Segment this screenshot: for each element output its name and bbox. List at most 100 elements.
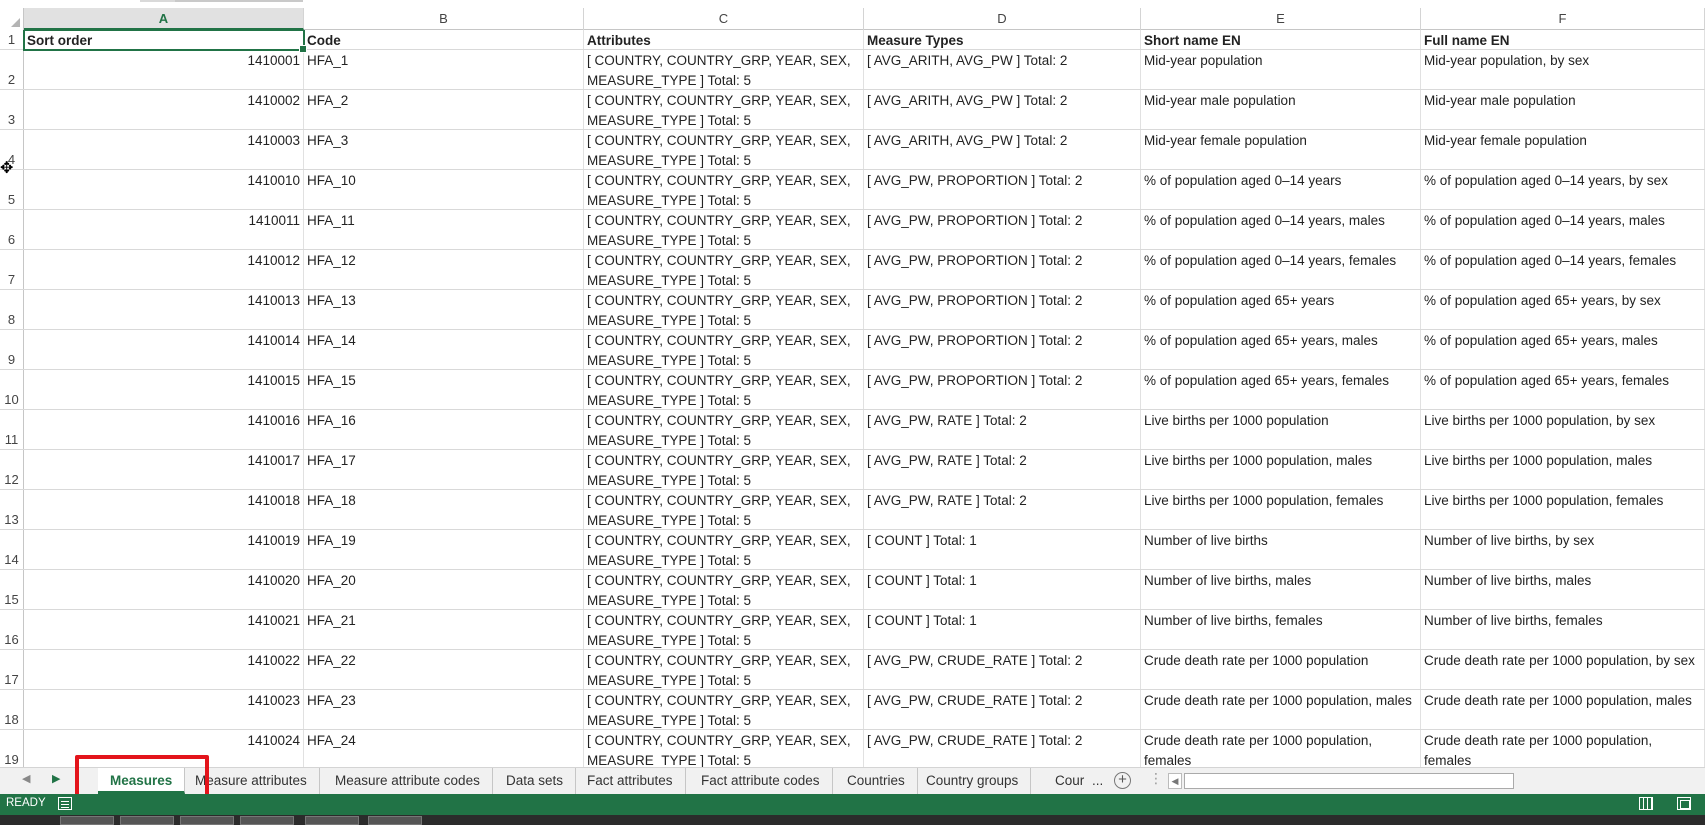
table-cell[interactable]: Crude death rate per 1000 population, ma…: [1141, 690, 1421, 729]
triangle-left-icon[interactable]: ◀: [22, 772, 30, 785]
table-cell[interactable]: Number of live births, females: [1421, 610, 1705, 649]
table-cell[interactable]: Live births per 1000 population, males: [1421, 450, 1705, 489]
table-cell[interactable]: Mid-year female population: [1421, 130, 1705, 169]
table-cell[interactable]: [ AVG_PW, RATE ] Total: 2: [864, 410, 1141, 449]
table-cell[interactable]: % of population aged 65+ years, females: [1421, 370, 1705, 409]
table-cell[interactable]: 1410003: [24, 130, 304, 169]
table-cell[interactable]: [ AVG_PW, PROPORTION ] Total: 2: [864, 290, 1141, 329]
sheet-tab-measures[interactable]: Measures: [98, 768, 186, 794]
table-cell[interactable]: [ COUNT ] Total: 1: [864, 530, 1141, 569]
table-cell[interactable]: [ COUNTRY, COUNTRY_GRP, YEAR, SEX, MEASU…: [584, 330, 864, 369]
table-cell[interactable]: HFA_21: [304, 610, 584, 649]
table-cell[interactable]: [ COUNTRY, COUNTRY_GRP, YEAR, SEX, MEASU…: [584, 690, 864, 729]
table-cell[interactable]: [ COUNTRY, COUNTRY_GRP, YEAR, SEX, MEASU…: [584, 90, 864, 129]
table-cell[interactable]: HFA_23: [304, 690, 584, 729]
table-cell[interactable]: HFA_24: [304, 730, 584, 767]
row-number[interactable]: 15: [0, 570, 24, 609]
table-cell[interactable]: 1410013: [24, 290, 304, 329]
table-cell[interactable]: % of population aged 0–14 years: [1141, 170, 1421, 209]
row-number[interactable]: 3: [0, 90, 24, 129]
row-number[interactable]: 16: [0, 610, 24, 649]
table-cell[interactable]: Crude death rate per 1000 population, by…: [1421, 650, 1705, 689]
table-cell[interactable]: [ AVG_ARITH, AVG_PW ] Total: 2: [864, 130, 1141, 169]
row-number[interactable]: 6: [0, 210, 24, 249]
table-cell[interactable]: Number of live births, females: [1141, 610, 1421, 649]
table-cell[interactable]: [ COUNTRY, COUNTRY_GRP, YEAR, SEX, MEASU…: [584, 530, 864, 569]
table-cell[interactable]: Number of live births: [1141, 530, 1421, 569]
table-cell[interactable]: % of population aged 0–14 years, males: [1421, 210, 1705, 249]
sheet-tab-country-groups[interactable]: Country groups: [914, 768, 1032, 794]
table-cell[interactable]: 1410019: [24, 530, 304, 569]
macro-record-icon[interactable]: [58, 797, 72, 810]
spreadsheet-grid[interactable]: 1 Sort order Code Attributes Measure Types Sh…: [0, 30, 1705, 767]
table-cell[interactable]: HFA_22: [304, 650, 584, 689]
table-cell[interactable]: Live births per 1000 population, by sex: [1421, 410, 1705, 449]
sheet-tab-fact-attribute-codes[interactable]: Fact attribute codes: [689, 768, 833, 794]
table-cell[interactable]: [ COUNT ] Total: 1: [864, 570, 1141, 609]
row-number[interactable]: 17: [0, 650, 24, 689]
scrollbar-thumb[interactable]: [1184, 773, 1514, 789]
taskbar-app-button[interactable]: [120, 816, 174, 825]
table-cell[interactable]: 1410002: [24, 90, 304, 129]
table-cell[interactable]: HFA_12: [304, 250, 584, 289]
table-cell[interactable]: [ COUNTRY, COUNTRY_GRP, YEAR, SEX, MEASU…: [584, 570, 864, 609]
column-header-a[interactable]: A: [24, 8, 304, 30]
table-cell[interactable]: [ COUNTRY, COUNTRY_GRP, YEAR, SEX, MEASU…: [584, 610, 864, 649]
column-header-b[interactable]: B: [304, 8, 584, 30]
table-cell[interactable]: % of population aged 65+ years, females: [1141, 370, 1421, 409]
table-cell[interactable]: % of population aged 65+ years, males: [1141, 330, 1421, 369]
splitter-dots-icon[interactable]: ⋮: [1149, 770, 1163, 787]
table-cell[interactable]: 1410016: [24, 410, 304, 449]
row-number[interactable]: 2: [0, 50, 24, 89]
table-cell[interactable]: HFA_1: [304, 50, 584, 89]
more-sheets-ellipsis[interactable]: ...: [1092, 773, 1103, 788]
taskbar-app-button[interactable]: [180, 816, 234, 825]
row-number[interactable]: 8: [0, 290, 24, 329]
row-number[interactable]: 18: [0, 690, 24, 729]
table-cell[interactable]: [ COUNTRY, COUNTRY_GRP, YEAR, SEX, MEASU…: [584, 210, 864, 249]
table-cell[interactable]: [ AVG_PW, PROPORTION ] Total: 2: [864, 170, 1141, 209]
table-cell[interactable]: Live births per 1000 population, females: [1421, 490, 1705, 529]
table-cell[interactable]: Crude death rate per 1000 population: [1141, 650, 1421, 689]
table-cell[interactable]: [ AVG_PW, CRUDE_RATE ] Total: 2: [864, 730, 1141, 767]
table-cell[interactable]: [ AVG_PW, PROPORTION ] Total: 2: [864, 210, 1141, 249]
column-title-cell[interactable]: Attributes: [584, 30, 864, 49]
table-cell[interactable]: [ COUNTRY, COUNTRY_GRP, YEAR, SEX, MEASU…: [584, 130, 864, 169]
table-cell[interactable]: Mid-year female population: [1141, 130, 1421, 169]
column-title-cell[interactable]: Short name EN: [1141, 30, 1421, 49]
page-layout-icon[interactable]: [1677, 797, 1691, 810]
table-cell[interactable]: 1410017: [24, 450, 304, 489]
table-cell[interactable]: 1410021: [24, 610, 304, 649]
table-cell[interactable]: [ COUNTRY, COUNTRY_GRP, YEAR, SEX, MEASU…: [584, 490, 864, 529]
row-number[interactable]: 1: [0, 30, 24, 49]
horizontal-scrollbar[interactable]: ◀: [1168, 773, 1705, 789]
sheet-tab-measure-attributes[interactable]: Measure attributes: [183, 768, 320, 794]
table-cell[interactable]: [ AVG_PW, PROPORTION ] Total: 2: [864, 250, 1141, 289]
table-cell[interactable]: Mid-year population: [1141, 50, 1421, 89]
table-cell[interactable]: HFA_19: [304, 530, 584, 569]
scroll-left-arrow-icon[interactable]: ◀: [1168, 773, 1182, 789]
table-cell[interactable]: Live births per 1000 population, females: [1141, 490, 1421, 529]
table-cell[interactable]: HFA_14: [304, 330, 584, 369]
table-cell[interactable]: Live births per 1000 population: [1141, 410, 1421, 449]
table-cell[interactable]: 1410015: [24, 370, 304, 409]
taskbar-app-button[interactable]: [60, 816, 114, 825]
table-cell[interactable]: 1410012: [24, 250, 304, 289]
row-number[interactable]: 11: [0, 410, 24, 449]
table-cell[interactable]: HFA_20: [304, 570, 584, 609]
row-number[interactable]: 12: [0, 450, 24, 489]
table-cell[interactable]: Crude death rate per 1000 population, fe…: [1141, 730, 1421, 767]
table-cell[interactable]: [ AVG_PW, PROPORTION ] Total: 2: [864, 330, 1141, 369]
table-cell[interactable]: [ COUNTRY, COUNTRY_GRP, YEAR, SEX, MEASU…: [584, 170, 864, 209]
table-cell[interactable]: Number of live births, by sex: [1421, 530, 1705, 569]
column-header-d[interactable]: D: [864, 8, 1141, 30]
table-cell[interactable]: [ COUNTRY, COUNTRY_GRP, YEAR, SEX, MEASU…: [584, 250, 864, 289]
taskbar-app-button[interactable]: [240, 816, 294, 825]
table-cell[interactable]: 1410024: [24, 730, 304, 767]
table-cell[interactable]: [ AVG_PW, PROPORTION ] Total: 2: [864, 370, 1141, 409]
table-cell[interactable]: HFA_11: [304, 210, 584, 249]
table-cell[interactable]: [ COUNTRY, COUNTRY_GRP, YEAR, SEX, MEASU…: [584, 50, 864, 89]
table-cell[interactable]: HFA_18: [304, 490, 584, 529]
column-header-c[interactable]: C: [584, 8, 864, 30]
table-cell[interactable]: HFA_16: [304, 410, 584, 449]
